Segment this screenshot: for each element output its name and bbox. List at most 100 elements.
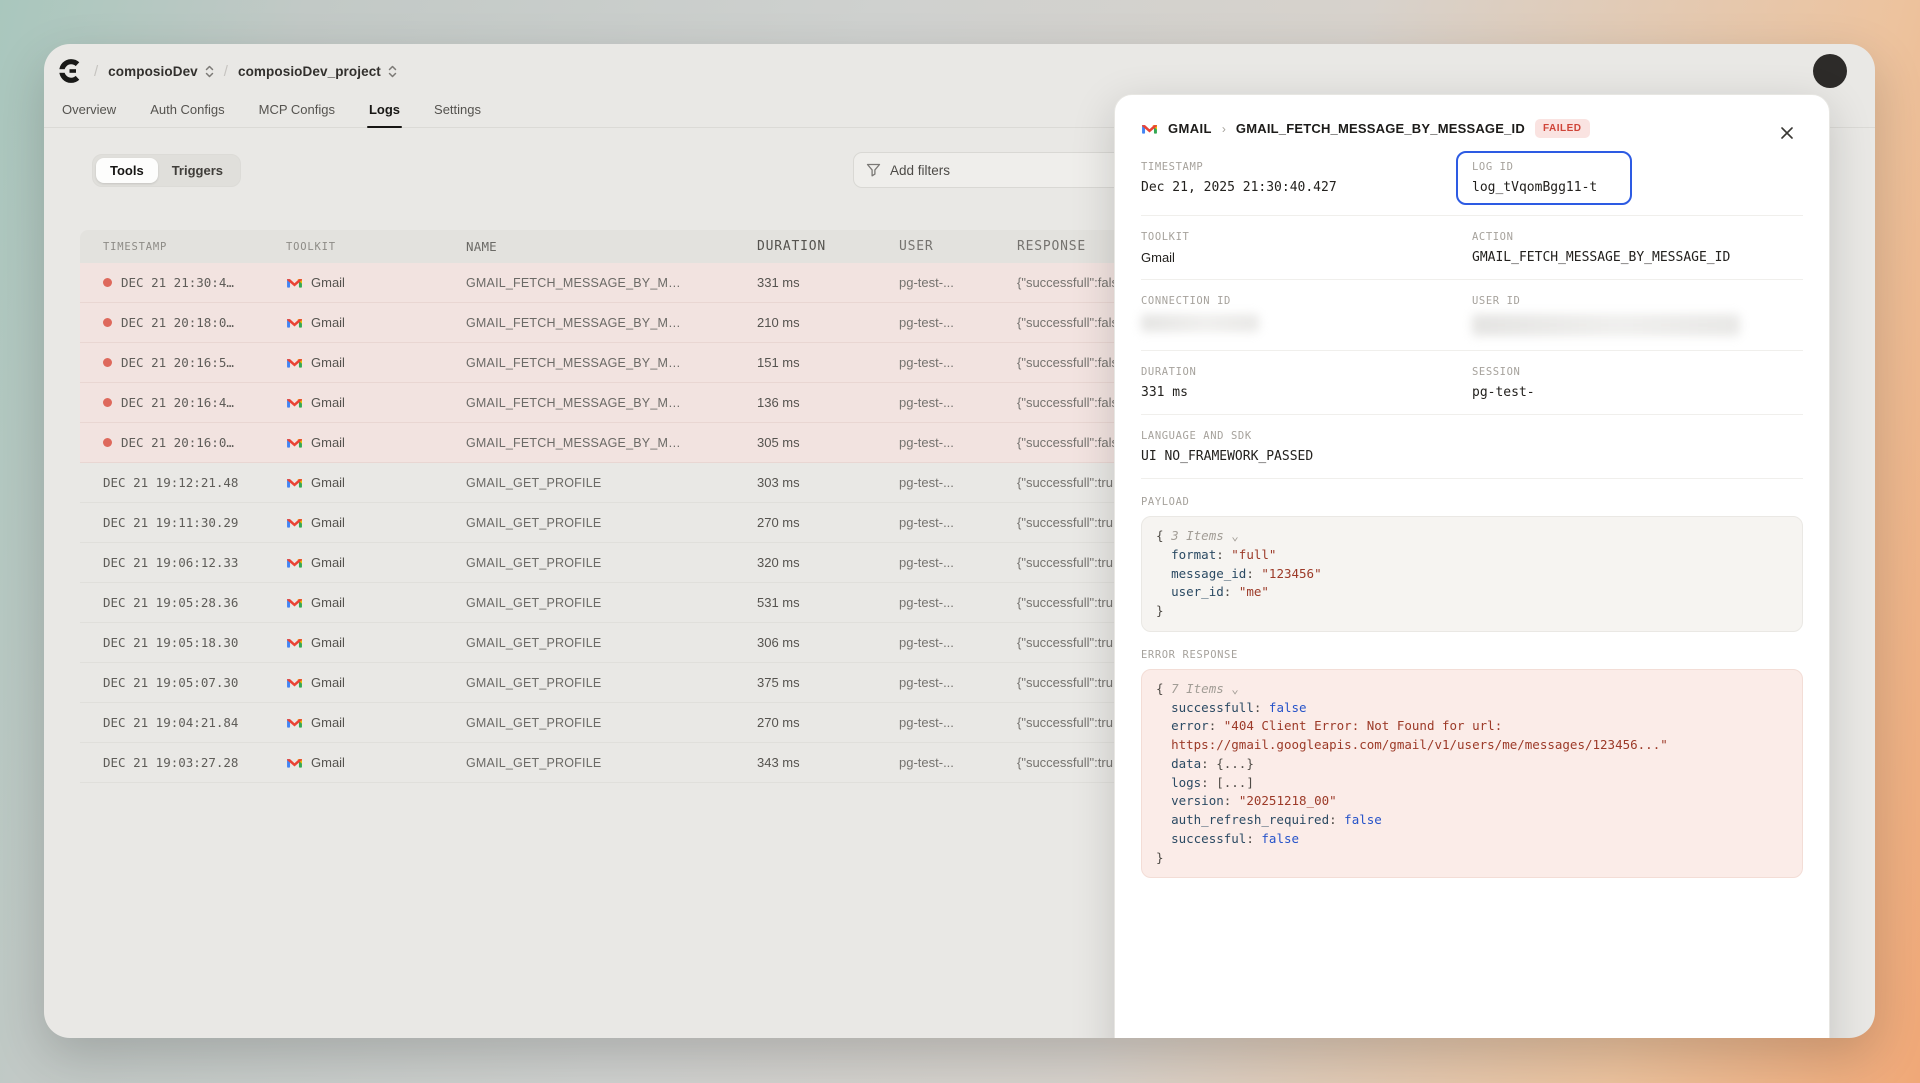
error-response-json-viewer[interactable]: { 7 Items ⌄ successfull: false error: "4… [1141, 669, 1803, 879]
error-status-dot [103, 398, 112, 407]
row-toolkit: Gmail [311, 715, 345, 730]
row-duration: 151 ms [757, 355, 899, 370]
row-toolkit: Gmail [311, 435, 345, 450]
table-row[interactable]: DEC 21 19:12:21.48 Gmail GMAIL_GET_PROFI… [80, 463, 1159, 503]
gmail-icon [286, 356, 303, 370]
row-timestamp: DEC 21 19:11:30.29 [103, 515, 238, 530]
row-name: GMAIL_GET_PROFILE [466, 556, 757, 570]
row-timestamp: DEC 21 20:16:0… [121, 435, 234, 450]
table-row[interactable]: DEC 21 19:05:07.30 Gmail GMAIL_GET_PROFI… [80, 663, 1159, 703]
row-duration: 270 ms [757, 515, 899, 530]
row-duration: 331 ms [757, 275, 899, 290]
row-name: GMAIL_GET_PROFILE [466, 476, 757, 490]
row-timestamp: DEC 21 20:16:4… [121, 395, 234, 410]
tab-overview[interactable]: Overview [60, 94, 118, 128]
row-name: GMAIL_FETCH_MESSAGE_BY_M… [466, 356, 757, 370]
table-row[interactable]: DEC 21 19:03:27.28 Gmail GMAIL_GET_PROFI… [80, 743, 1159, 783]
error-status-dot [103, 438, 112, 447]
row-timestamp: DEC 21 19:05:18.30 [103, 635, 238, 650]
field-row: TIMESTAMP Dec 21, 2025 21:30:40.427 LOG … [1141, 146, 1803, 216]
error-status-dot [103, 278, 112, 287]
field-row: CONNECTION ID USER ID [1141, 280, 1803, 351]
col-name: NAME [466, 239, 757, 254]
row-timestamp: DEC 21 21:30:4… [121, 275, 234, 290]
row-toolkit: Gmail [311, 755, 345, 770]
row-duration: 375 ms [757, 675, 899, 690]
row-user: pg-test-... [899, 435, 1017, 450]
project-selector[interactable]: composioDev_project [238, 64, 397, 79]
tab-mcp-configs[interactable]: MCP Configs [257, 94, 337, 128]
panel-action-name: GMAIL_FETCH_MESSAGE_BY_MESSAGE_ID [1236, 121, 1525, 136]
row-user: pg-test-... [899, 395, 1017, 410]
row-toolkit: Gmail [311, 635, 345, 650]
field-timestamp: TIMESTAMP Dec 21, 2025 21:30:40.427 [1141, 161, 1472, 201]
gmail-icon [1141, 122, 1158, 136]
close-icon[interactable] [1775, 121, 1799, 145]
row-name: GMAIL_FETCH_MESSAGE_BY_M… [466, 396, 757, 410]
logs-table-body: DEC 21 21:30:4… Gmail GMAIL_FETCH_MESSAG… [80, 263, 1159, 783]
table-row[interactable]: DEC 21 19:04:21.84 Gmail GMAIL_GET_PROFI… [80, 703, 1159, 743]
row-duration: 270 ms [757, 715, 899, 730]
tab-logs[interactable]: Logs [367, 94, 402, 128]
tab-settings[interactable]: Settings [432, 94, 483, 128]
row-user: pg-test-... [899, 715, 1017, 730]
row-user: pg-test-... [899, 635, 1017, 650]
row-timestamp: DEC 21 19:03:27.28 [103, 755, 238, 770]
row-name: GMAIL_GET_PROFILE [466, 676, 757, 690]
logs-table-header: TIMESTAMP TOOLKIT NAME DURATION USER RES… [80, 230, 1159, 263]
field-row: TOOLKIT Gmail ACTION GMAIL_FETCH_MESSAGE… [1141, 216, 1803, 280]
table-row[interactable]: DEC 21 19:05:28.36 Gmail GMAIL_GET_PROFI… [80, 583, 1159, 623]
composio-logo-icon[interactable] [58, 58, 84, 84]
field-toolkit: TOOLKIT Gmail [1141, 231, 1472, 265]
segment-triggers[interactable]: Triggers [158, 158, 237, 183]
row-toolkit: Gmail [311, 395, 345, 410]
col-duration: DURATION [757, 239, 899, 254]
row-timestamp: DEC 21 20:16:5… [121, 355, 234, 370]
breadcrumb-separator: / [224, 63, 228, 80]
row-duration: 303 ms [757, 475, 899, 490]
table-row[interactable]: DEC 21 20:16:5… Gmail GMAIL_FETCH_MESSAG… [80, 343, 1159, 383]
row-duration: 343 ms [757, 755, 899, 770]
table-row[interactable]: DEC 21 19:06:12.33 Gmail GMAIL_GET_PROFI… [80, 543, 1159, 583]
redacted-value [1141, 314, 1259, 332]
gmail-icon [286, 316, 303, 330]
org-selector[interactable]: composioDev [108, 64, 214, 79]
status-badge: FAILED [1535, 119, 1590, 138]
row-user: pg-test-... [899, 595, 1017, 610]
log-detail-header: GMAIL › GMAIL_FETCH_MESSAGE_BY_MESSAGE_I… [1141, 95, 1803, 146]
logs-type-segmented-control: Tools Triggers [92, 154, 241, 187]
field-log-id[interactable]: LOG ID log_tVqomBgg11-t [1456, 151, 1632, 205]
row-user: pg-test-... [899, 275, 1017, 290]
row-name: GMAIL_GET_PROFILE [466, 716, 757, 730]
log-detail-panel: GMAIL › GMAIL_FETCH_MESSAGE_BY_MESSAGE_I… [1114, 94, 1830, 1038]
row-name: GMAIL_GET_PROFILE [466, 516, 757, 530]
table-row[interactable]: DEC 21 21:30:4… Gmail GMAIL_FETCH_MESSAG… [80, 263, 1159, 303]
segment-tools[interactable]: Tools [96, 158, 158, 183]
row-toolkit: Gmail [311, 315, 345, 330]
table-row[interactable]: DEC 21 20:16:0… Gmail GMAIL_FETCH_MESSAG… [80, 423, 1159, 463]
user-avatar[interactable] [1813, 54, 1847, 88]
col-timestamp: TIMESTAMP [80, 241, 286, 253]
table-row[interactable]: DEC 21 19:11:30.29 Gmail GMAIL_GET_PROFI… [80, 503, 1159, 543]
table-row[interactable]: DEC 21 19:05:18.30 Gmail GMAIL_GET_PROFI… [80, 623, 1159, 663]
table-row[interactable]: DEC 21 20:18:0… Gmail GMAIL_FETCH_MESSAG… [80, 303, 1159, 343]
payload-json-viewer[interactable]: { 3 Items ⌄ format: "full" message_id: "… [1141, 516, 1803, 632]
field-row: DURATION 331 ms SESSION pg-test- [1141, 351, 1803, 415]
table-row[interactable]: DEC 21 20:16:4… Gmail GMAIL_FETCH_MESSAG… [80, 383, 1159, 423]
gmail-icon [286, 556, 303, 570]
chevron-right-icon: › [1222, 122, 1226, 136]
row-timestamp: DEC 21 19:12:21.48 [103, 475, 238, 490]
row-user: pg-test-... [899, 315, 1017, 330]
row-user: pg-test-... [899, 475, 1017, 490]
row-toolkit: Gmail [311, 515, 345, 530]
panel-toolkit-name: GMAIL [1168, 121, 1212, 136]
field-language-sdk: LANGUAGE AND SDK UI NO_FRAMEWORK_PASSED [1141, 430, 1472, 464]
breadcrumb-separator: / [94, 63, 98, 80]
row-toolkit: Gmail [311, 275, 345, 290]
gmail-icon [286, 516, 303, 530]
row-user: pg-test-... [899, 555, 1017, 570]
tab-auth-configs[interactable]: Auth Configs [148, 94, 226, 128]
row-duration: 210 ms [757, 315, 899, 330]
field-connection-id: CONNECTION ID [1141, 295, 1472, 336]
error-response-section-label: ERROR RESPONSE [1141, 649, 1803, 661]
